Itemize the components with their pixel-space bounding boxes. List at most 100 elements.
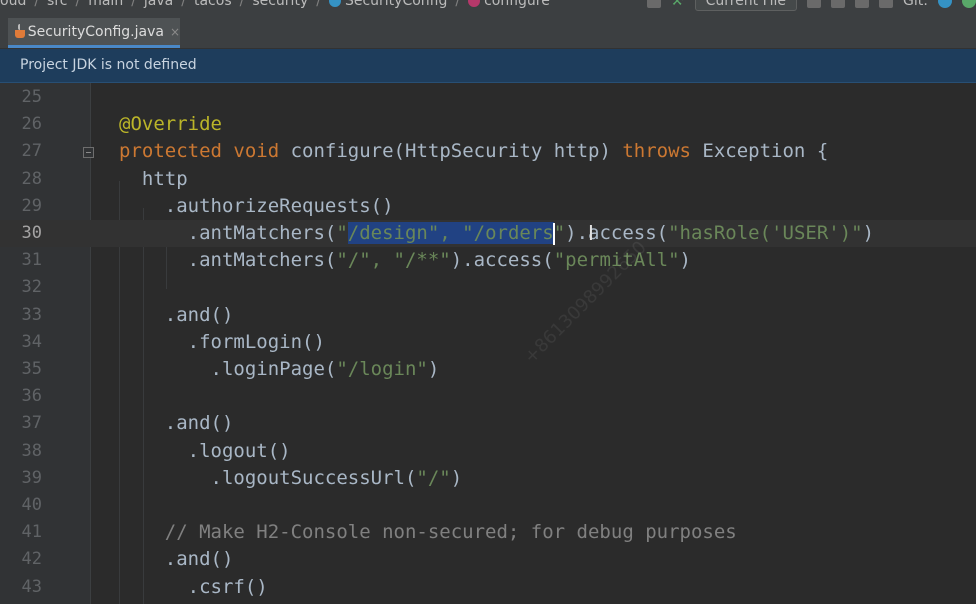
code-line-33[interactable]: 33 .and() (0, 302, 976, 329)
token: "/" (416, 466, 451, 489)
line-number: 25 (21, 87, 42, 107)
breadcrumb-item-tacos[interactable]: tacos (194, 0, 232, 9)
token: "/", "/**" (336, 249, 451, 272)
method-icon (468, 0, 481, 7)
stop-icon[interactable] (879, 0, 894, 8)
breadcrumb-item-module[interactable]: oud (0, 0, 26, 9)
code-line-43[interactable]: 43 .csrf() (0, 574, 976, 601)
code-line-26[interactable]: 26 @Override (0, 111, 976, 138)
breadcrumb-item-method[interactable]: configure (468, 0, 550, 9)
line-number: 26 (21, 114, 42, 135)
run-configuration-select[interactable]: Current File (694, 0, 798, 11)
code-text: .formLogin() (119, 329, 325, 356)
code-text: .csrf() (119, 574, 268, 601)
breadcrumb-item-class[interactable]: SecurityConfig (328, 0, 447, 9)
line-number: 35 (21, 359, 42, 379)
code-text: .logout() (119, 438, 291, 465)
code-line-40[interactable]: 40 (0, 492, 976, 519)
token: .logout() (119, 439, 291, 462)
code-line-34[interactable]: 34 .formLogin() (0, 329, 976, 356)
line-number: 34 (21, 331, 42, 352)
banner-text: Project JDK is not defined (20, 57, 197, 73)
code-line-25[interactable]: 25 (0, 84, 976, 111)
line-number: 30 (21, 223, 42, 243)
token: .csrf() (119, 575, 268, 598)
breadcrumb-item-security[interactable]: security (252, 0, 308, 9)
code-line-41[interactable]: 41 // Make H2-Console non-secured; for d… (0, 519, 976, 546)
git-commit-icon[interactable] (962, 0, 976, 8)
token: .loginPage( (119, 358, 337, 380)
token: // Make H2-Console non-secured; for debu… (119, 521, 737, 544)
code-line-28[interactable]: 28 http (0, 166, 976, 193)
line-number: 41 (21, 522, 42, 543)
token: http (119, 167, 188, 190)
code-text: // Make H2-Console non-secured; for debu… (119, 519, 737, 546)
git-update-icon[interactable] (938, 0, 952, 8)
token: ) (450, 466, 463, 489)
line-number: 42 (21, 549, 42, 570)
code-line-39[interactable]: 39 .logoutSuccessUrl("/") (0, 465, 976, 492)
line-number: 39 (21, 467, 42, 488)
mouse-cursor-icon: I (588, 221, 594, 245)
breadcrumb-item-src[interactable]: src (47, 0, 67, 9)
code-line-35[interactable]: 35 .loginPage("/login") (0, 356, 976, 383)
token: ).access( (450, 249, 554, 272)
code-line-37[interactable]: 37 .and() (0, 410, 976, 437)
line-number: 43 (21, 576, 42, 597)
class-icon (328, 0, 341, 7)
coverage-icon[interactable] (855, 0, 870, 8)
code-line-42[interactable]: 42 .and() (0, 546, 976, 573)
line-number: 32 (21, 277, 42, 298)
close-icon[interactable]: × (170, 25, 180, 39)
line-number: 31 (21, 250, 42, 271)
run-icon[interactable] (807, 0, 822, 8)
code-text: http (119, 166, 188, 193)
user-icon[interactable] (646, 0, 661, 8)
line-number: 36 (21, 386, 42, 407)
code-text: protected void configure(HttpSecurity ht… (119, 138, 828, 165)
code-text: .and() (119, 302, 234, 329)
code-line-31[interactable]: 31 .antMatchers("/", "/**").access("perm… (0, 247, 976, 274)
token: " (553, 222, 566, 244)
code-line-36[interactable]: 36 (0, 383, 976, 410)
token: protected (119, 140, 222, 163)
token: "/login" (336, 358, 428, 380)
token: .authorizeRequests() (119, 194, 394, 217)
code-text: .antMatchers("/design", "/orders").acces… (119, 220, 874, 247)
line-number: 27 (21, 141, 42, 162)
code-line-27[interactable]: 27 protected void configure(HttpSecurity … (0, 138, 976, 165)
build-icon[interactable]: ⚒ (671, 0, 685, 8)
java-file-icon (13, 23, 25, 40)
breadcrumb-item-main[interactable]: main (88, 0, 123, 9)
notification-banner: Project JDK is not defined (0, 49, 976, 83)
tab-label: SecurityConfig.java (27, 23, 164, 40)
line-number: 40 (21, 495, 42, 515)
token: .antMatchers( (119, 249, 337, 272)
toolbar: ⚒ Current File Git: (646, 0, 976, 11)
code-text: @Override (119, 111, 222, 138)
breadcrumb-item-java[interactable]: java (144, 0, 173, 9)
token: .and() (119, 303, 234, 326)
code-line-32[interactable]: 32 (0, 274, 976, 301)
token: ) (679, 249, 691, 272)
selected-text: /design", "/orders (347, 222, 554, 244)
token: .logoutSuccessUrl( (119, 466, 417, 489)
code-text: .authorizeRequests() (119, 193, 394, 220)
line-number: 37 (21, 413, 42, 434)
token: "hasRole('USER')" (668, 222, 863, 244)
git-label: Git: (903, 0, 928, 9)
editor-tab-bar: SecurityConfig.java × (0, 12, 976, 49)
tab-security-config[interactable]: SecurityConfig.java × (8, 18, 180, 48)
navigation-bar: oud / src / main / java / tacos / security / S… (0, 0, 976, 12)
code-line-29[interactable]: 29 .authorizeRequests() (0, 193, 976, 220)
token: void (233, 140, 280, 163)
debug-icon[interactable] (831, 0, 846, 8)
code-text: .loginPage("/login") (119, 356, 440, 383)
code-line-38[interactable]: 38 .logout() (0, 438, 976, 465)
code-editor[interactable]: 25 26 @Override 27 protected void configure(… (0, 83, 976, 604)
code-line-30[interactable]: 30 .antMatchers("/design", "/orders").ac… (0, 220, 976, 247)
code-text: .and() (119, 410, 234, 437)
token: " (336, 222, 348, 244)
breadcrumb: oud / src / main / java / tacos / security / S… (0, 0, 550, 11)
